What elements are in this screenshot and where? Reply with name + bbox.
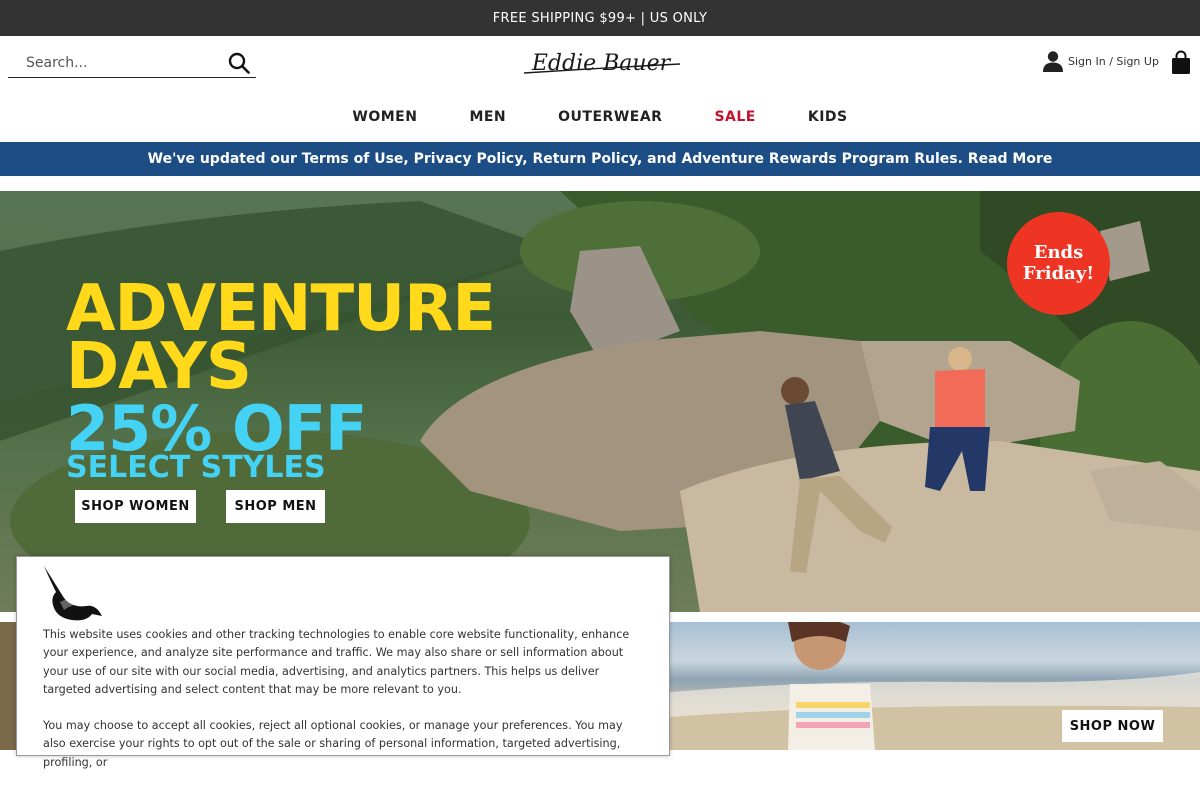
- account-link[interactable]: Sign In / Sign Up: [1042, 50, 1159, 72]
- cookie-consent-text: This website uses cookies and other trac…: [43, 626, 643, 790]
- search-bar: [8, 48, 256, 78]
- shop-now-button[interactable]: SHOP NOW: [1062, 710, 1163, 742]
- hero-headline-subtext: SELECT STYLES: [66, 450, 326, 485]
- goose-logo: [42, 564, 104, 626]
- shop-women-button[interactable]: SHOP WOMEN: [75, 490, 196, 523]
- user-icon: [1043, 51, 1063, 72]
- badge-line1: Ends: [1033, 241, 1084, 263]
- account-label: Sign In / Sign Up: [1068, 54, 1159, 68]
- goose-icon: [44, 566, 102, 621]
- cookie-paragraph-1: This website uses cookies and other trac…: [43, 628, 630, 696]
- search-input[interactable]: [8, 54, 222, 71]
- eddie-bauer-logo: Eddie Bauer: [523, 51, 681, 76]
- shopping-bag-icon: [1172, 50, 1190, 74]
- logo-text: Eddie Bauer: [531, 51, 672, 76]
- nav-item-men[interactable]: MEN: [469, 109, 506, 125]
- search-icon: [228, 52, 250, 74]
- cookie-paragraph-2: You may choose to accept all cookies, re…: [43, 719, 623, 769]
- promo-text: FREE SHIPPING $99+ | US ONLY: [492, 10, 708, 26]
- promo-bar: FREE SHIPPING $99+ | US ONLY: [0, 0, 1200, 36]
- nav-item-women[interactable]: WOMEN: [352, 109, 417, 125]
- search-button[interactable]: [222, 48, 256, 78]
- nav-item-outerwear[interactable]: OUTERWEAR: [558, 109, 662, 125]
- policy-notice-text: We've updated our Terms of Use, Privacy …: [147, 151, 1053, 167]
- badge-line2: Friday!: [1022, 262, 1095, 284]
- main-nav: WOMEN MEN OUTERWEAR SALE KIDS: [0, 92, 1200, 142]
- nav-item-sale[interactable]: SALE: [714, 109, 755, 125]
- cart-button[interactable]: [1170, 50, 1192, 76]
- logo[interactable]: Eddie Bauer: [516, 46, 686, 80]
- shop-men-button[interactable]: SHOP MEN: [226, 490, 325, 523]
- site-header: Eddie Bauer Sign In / Sign Up: [0, 36, 1200, 92]
- nav-item-kids[interactable]: KIDS: [808, 109, 848, 125]
- ends-friday-badge: Ends Friday!: [1007, 212, 1110, 315]
- policy-notice-bar[interactable]: We've updated our Terms of Use, Privacy …: [0, 142, 1200, 176]
